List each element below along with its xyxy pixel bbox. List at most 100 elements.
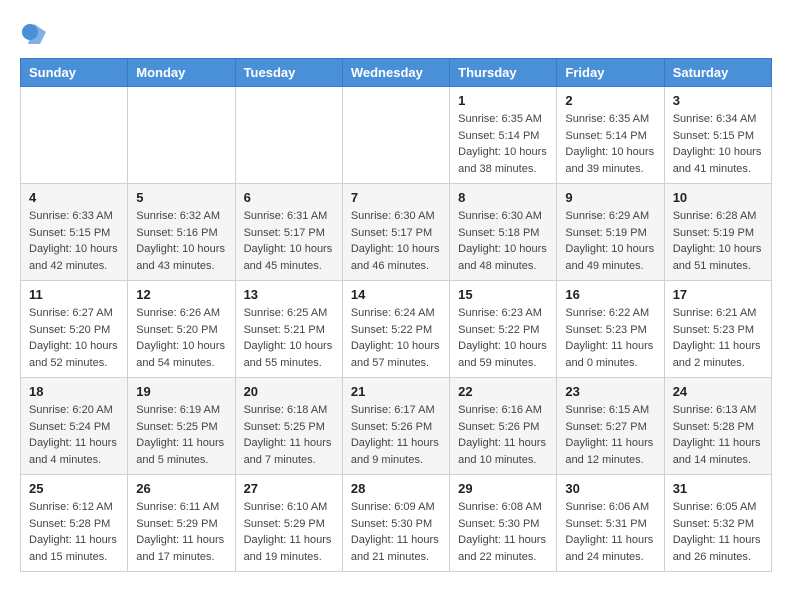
calendar-cell: 14Sunrise: 6:24 AM Sunset: 5:22 PM Dayli… (342, 281, 449, 378)
calendar-cell: 13 Sunrise: 6:25 AM Sunset: 5:21 PM Dayli… (235, 281, 342, 378)
calendar-cell (342, 87, 449, 184)
calendar-cell: 16 Sunrise: 6:22 AM Sunset: 5:23 PM Dayli… (557, 281, 664, 378)
day-number: 3 (673, 93, 763, 108)
calendar-cell: 7 Sunrise: 6:30 AM Sunset: 5:17 PM Daylig… (342, 184, 449, 281)
day-number: 27 (244, 481, 334, 496)
day-info: Sunrise: 6:09 AM Sunset: 5:30 PM Dayligh… (351, 499, 441, 565)
day-info: Sunrise: 6:11 AM Sunset: 5:29 PM Dayligh… (136, 499, 226, 565)
calendar-cell: 18 Sunrise: 6:20 AM Sunset: 5:24 PM Dayli… (21, 378, 128, 475)
logo-icon (20, 20, 48, 48)
weekday-header-saturday: Saturday (664, 59, 771, 87)
day-number: 8 (458, 190, 548, 205)
calendar-cell: 3Sunrise: 6:34 AM Sunset: 5:15 PM Daylig… (664, 87, 771, 184)
day-info: Sunrise: 6:23 AM Sunset: 5:22 PM Dayligh… (458, 305, 548, 371)
day-info: Sunrise: 6:22 AM Sunset: 5:23 PM Dayligh… (565, 305, 655, 371)
day-number: 21 (351, 384, 441, 399)
page-header (20, 20, 772, 48)
logo (20, 20, 52, 48)
day-number: 19 (136, 384, 226, 399)
calendar-cell: 20 Sunrise: 6:18 AM Sunset: 5:25 PM Dayli… (235, 378, 342, 475)
day-number: 25 (29, 481, 119, 496)
calendar-cell: 25 Sunrise: 6:12 AM Sunset: 5:28 PM Dayli… (21, 475, 128, 572)
weekday-header-row: SundayMondayTuesdayWednesdayThursdayFrid… (21, 59, 772, 87)
day-info: Sunrise: 6:26 AM Sunset: 5:20 PM Dayligh… (136, 305, 226, 371)
calendar-week-row-5: 25 Sunrise: 6:12 AM Sunset: 5:28 PM Dayli… (21, 475, 772, 572)
calendar-cell (128, 87, 235, 184)
calendar-cell (235, 87, 342, 184)
weekday-header-thursday: Thursday (450, 59, 557, 87)
day-info: Sunrise: 6:13 AM Sunset: 5:28 PM Dayligh… (673, 402, 763, 468)
day-info: Sunrise: 6:06 AM Sunset: 5:31 PM Dayligh… (565, 499, 655, 565)
calendar-cell: 8Sunrise: 6:30 AM Sunset: 5:18 PM Daylig… (450, 184, 557, 281)
day-number: 2 (565, 93, 655, 108)
calendar-cell: 27 Sunrise: 6:10 AM Sunset: 5:29 PM Dayli… (235, 475, 342, 572)
day-number: 30 (565, 481, 655, 496)
day-number: 29 (458, 481, 548, 496)
day-info: Sunrise: 6:30 AM Sunset: 5:17 PM Dayligh… (351, 208, 441, 274)
day-info: Sunrise: 6:16 AM Sunset: 5:26 PM Dayligh… (458, 402, 548, 468)
day-number: 16 (565, 287, 655, 302)
day-number: 14 (351, 287, 441, 302)
calendar-cell: 26 Sunrise: 6:11 AM Sunset: 5:29 PM Dayli… (128, 475, 235, 572)
day-info: Sunrise: 6:17 AM Sunset: 5:26 PM Dayligh… (351, 402, 441, 468)
calendar-cell: 24 Sunrise: 6:13 AM Sunset: 5:28 PM Dayli… (664, 378, 771, 475)
day-info: Sunrise: 6:33 AM Sunset: 5:15 PM Dayligh… (29, 208, 119, 274)
day-number: 11 (29, 287, 119, 302)
weekday-header-wednesday: Wednesday (342, 59, 449, 87)
day-info: Sunrise: 6:29 AM Sunset: 5:19 PM Dayligh… (565, 208, 655, 274)
day-info: Sunrise: 6:35 AM Sunset: 5:14 PM Dayligh… (458, 111, 548, 177)
calendar-week-row-2: 4 Sunrise: 6:33 AM Sunset: 5:15 PM Daylig… (21, 184, 772, 281)
day-info: Sunrise: 6:35 AM Sunset: 5:14 PM Dayligh… (565, 111, 655, 177)
day-number: 9 (565, 190, 655, 205)
day-info: Sunrise: 6:32 AM Sunset: 5:16 PM Dayligh… (136, 208, 226, 274)
day-number: 6 (244, 190, 334, 205)
calendar-week-row-4: 18 Sunrise: 6:20 AM Sunset: 5:24 PM Dayli… (21, 378, 772, 475)
calendar-cell: 12 Sunrise: 6:26 AM Sunset: 5:20 PM Dayli… (128, 281, 235, 378)
calendar-cell: 29 Sunrise: 6:08 AM Sunset: 5:30 PM Dayli… (450, 475, 557, 572)
day-info: Sunrise: 6:12 AM Sunset: 5:28 PM Dayligh… (29, 499, 119, 565)
calendar-table: SundayMondayTuesdayWednesdayThursdayFrid… (20, 58, 772, 572)
weekday-header-friday: Friday (557, 59, 664, 87)
calendar-cell: 9 Sunrise: 6:29 AM Sunset: 5:19 PM Daylig… (557, 184, 664, 281)
day-info: Sunrise: 6:18 AM Sunset: 5:25 PM Dayligh… (244, 402, 334, 468)
day-number: 26 (136, 481, 226, 496)
day-info: Sunrise: 6:08 AM Sunset: 5:30 PM Dayligh… (458, 499, 548, 565)
day-info: Sunrise: 6:27 AM Sunset: 5:20 PM Dayligh… (29, 305, 119, 371)
calendar-cell: 10Sunrise: 6:28 AM Sunset: 5:19 PM Dayli… (664, 184, 771, 281)
day-info: Sunrise: 6:25 AM Sunset: 5:21 PM Dayligh… (244, 305, 334, 371)
calendar-cell: 2 Sunrise: 6:35 AM Sunset: 5:14 PM Daylig… (557, 87, 664, 184)
day-number: 18 (29, 384, 119, 399)
weekday-header-tuesday: Tuesday (235, 59, 342, 87)
day-number: 24 (673, 384, 763, 399)
calendar-cell: 28 Sunrise: 6:09 AM Sunset: 5:30 PM Dayli… (342, 475, 449, 572)
calendar-cell: 19Sunrise: 6:19 AM Sunset: 5:25 PM Dayli… (128, 378, 235, 475)
day-info: Sunrise: 6:31 AM Sunset: 5:17 PM Dayligh… (244, 208, 334, 274)
calendar-cell: 6 Sunrise: 6:31 AM Sunset: 5:17 PM Daylig… (235, 184, 342, 281)
day-number: 4 (29, 190, 119, 205)
calendar-cell: 23Sunrise: 6:15 AM Sunset: 5:27 PM Dayli… (557, 378, 664, 475)
day-number: 1 (458, 93, 548, 108)
day-number: 15 (458, 287, 548, 302)
day-number: 23 (565, 384, 655, 399)
day-number: 12 (136, 287, 226, 302)
day-info: Sunrise: 6:20 AM Sunset: 5:24 PM Dayligh… (29, 402, 119, 468)
calendar-cell: 15 Sunrise: 6:23 AM Sunset: 5:22 PM Dayli… (450, 281, 557, 378)
weekday-header-monday: Monday (128, 59, 235, 87)
calendar-cell: 1 Sunrise: 6:35 AM Sunset: 5:14 PM Daylig… (450, 87, 557, 184)
day-info: Sunrise: 6:10 AM Sunset: 5:29 PM Dayligh… (244, 499, 334, 565)
day-number: 20 (244, 384, 334, 399)
calendar-cell: 21 Sunrise: 6:17 AM Sunset: 5:26 PM Dayli… (342, 378, 449, 475)
calendar-cell: 17 Sunrise: 6:21 AM Sunset: 5:23 PM Dayli… (664, 281, 771, 378)
day-number: 7 (351, 190, 441, 205)
day-number: 5 (136, 190, 226, 205)
calendar-week-row-1: 1 Sunrise: 6:35 AM Sunset: 5:14 PM Daylig… (21, 87, 772, 184)
day-number: 17 (673, 287, 763, 302)
day-number: 13 (244, 287, 334, 302)
day-number: 22 (458, 384, 548, 399)
calendar-cell (21, 87, 128, 184)
day-number: 28 (351, 481, 441, 496)
day-info: Sunrise: 6:21 AM Sunset: 5:23 PM Dayligh… (673, 305, 763, 371)
calendar-cell: 22 Sunrise: 6:16 AM Sunset: 5:26 PM Dayli… (450, 378, 557, 475)
calendar-cell: 11 Sunrise: 6:27 AM Sunset: 5:20 PM Dayli… (21, 281, 128, 378)
day-info: Sunrise: 6:28 AM Sunset: 5:19 PM Dayligh… (673, 208, 763, 274)
